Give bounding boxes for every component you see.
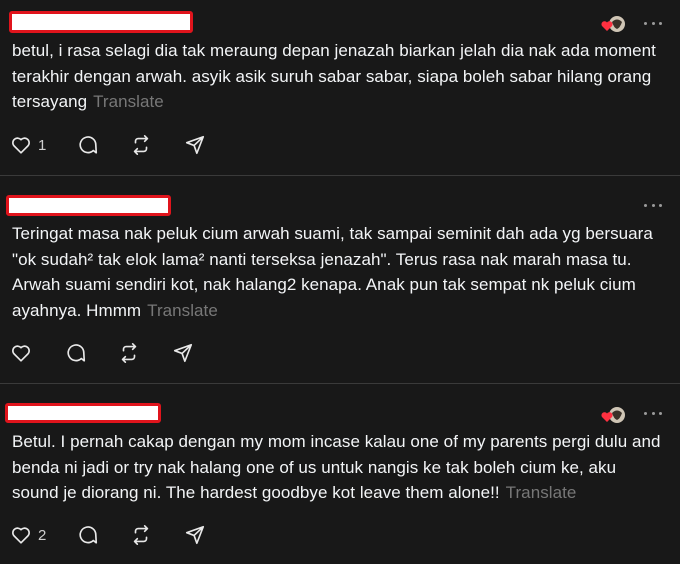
share-button[interactable] bbox=[184, 523, 206, 547]
heart-outline-icon bbox=[12, 345, 30, 362]
repost-button[interactable] bbox=[130, 523, 152, 547]
ellipsis-dot bbox=[659, 411, 662, 415]
repost-button[interactable] bbox=[118, 341, 140, 365]
ellipsis-dot bbox=[659, 21, 662, 25]
reply-button[interactable] bbox=[65, 341, 87, 365]
speech-bubble-icon bbox=[79, 526, 98, 544]
repost-arrows-icon bbox=[133, 135, 149, 155]
heart-outline-icon bbox=[12, 137, 30, 154]
heart-outline-icon bbox=[12, 527, 30, 544]
repost-arrows-icon bbox=[121, 343, 137, 363]
translate-link[interactable]: Translate bbox=[506, 483, 577, 502]
comment-text: Betul. I pernah cakap dengan my mom inca… bbox=[12, 429, 666, 506]
like-count: 1 bbox=[38, 136, 47, 154]
reply-button[interactable] bbox=[77, 133, 99, 157]
liked-by-author-badge bbox=[600, 405, 626, 425]
share-button[interactable] bbox=[184, 133, 206, 157]
ellipsis-icon bbox=[644, 411, 647, 415]
heart-with-avatar-icon bbox=[601, 407, 625, 423]
paper-plane-icon bbox=[185, 135, 205, 155]
more-options-button[interactable] bbox=[644, 202, 662, 208]
ellipsis-dot bbox=[651, 411, 655, 415]
ellipsis-dot bbox=[651, 21, 655, 25]
comment-text: Teringat masa nak peluk cium arwah suami… bbox=[12, 221, 666, 323]
comment-3: Betul. I pernah cakap dengan my mom inca… bbox=[0, 384, 680, 564]
share-button[interactable] bbox=[172, 341, 194, 365]
redacted-username bbox=[9, 11, 193, 33]
ellipsis-dot bbox=[659, 203, 662, 207]
comment-text: betul, i rasa selagi dia tak meraung dep… bbox=[12, 38, 666, 115]
speech-bubble-icon bbox=[79, 136, 98, 154]
paper-plane-icon bbox=[173, 343, 193, 363]
redacted-username bbox=[6, 195, 171, 216]
redacted-username bbox=[5, 403, 161, 423]
repost-button[interactable] bbox=[130, 133, 152, 157]
reply-button[interactable] bbox=[77, 523, 99, 547]
ellipsis-dot bbox=[651, 203, 655, 207]
more-options-button[interactable] bbox=[644, 20, 662, 26]
like-button[interactable]: 2 bbox=[10, 523, 46, 547]
comment-body: Teringat masa nak peluk cium arwah suami… bbox=[12, 224, 653, 320]
speech-bubble-icon bbox=[67, 344, 86, 362]
more-options-button[interactable] bbox=[644, 410, 662, 416]
comment-1: betul, i rasa selagi dia tak meraung dep… bbox=[0, 0, 680, 175]
heart-with-avatar-icon bbox=[601, 16, 625, 32]
translate-link[interactable]: Translate bbox=[147, 301, 218, 320]
like-button[interactable]: 1 bbox=[10, 133, 46, 157]
ellipsis-icon bbox=[644, 203, 647, 207]
like-count: 2 bbox=[38, 526, 47, 544]
paper-plane-icon bbox=[185, 525, 205, 545]
repost-arrows-icon bbox=[133, 525, 149, 545]
ellipsis-icon bbox=[644, 21, 647, 25]
translate-link[interactable]: Translate bbox=[93, 92, 164, 111]
liked-by-author-badge bbox=[600, 14, 626, 34]
like-button[interactable] bbox=[10, 341, 38, 365]
comment-2: Teringat masa nak peluk cium arwah suami… bbox=[0, 176, 680, 382]
